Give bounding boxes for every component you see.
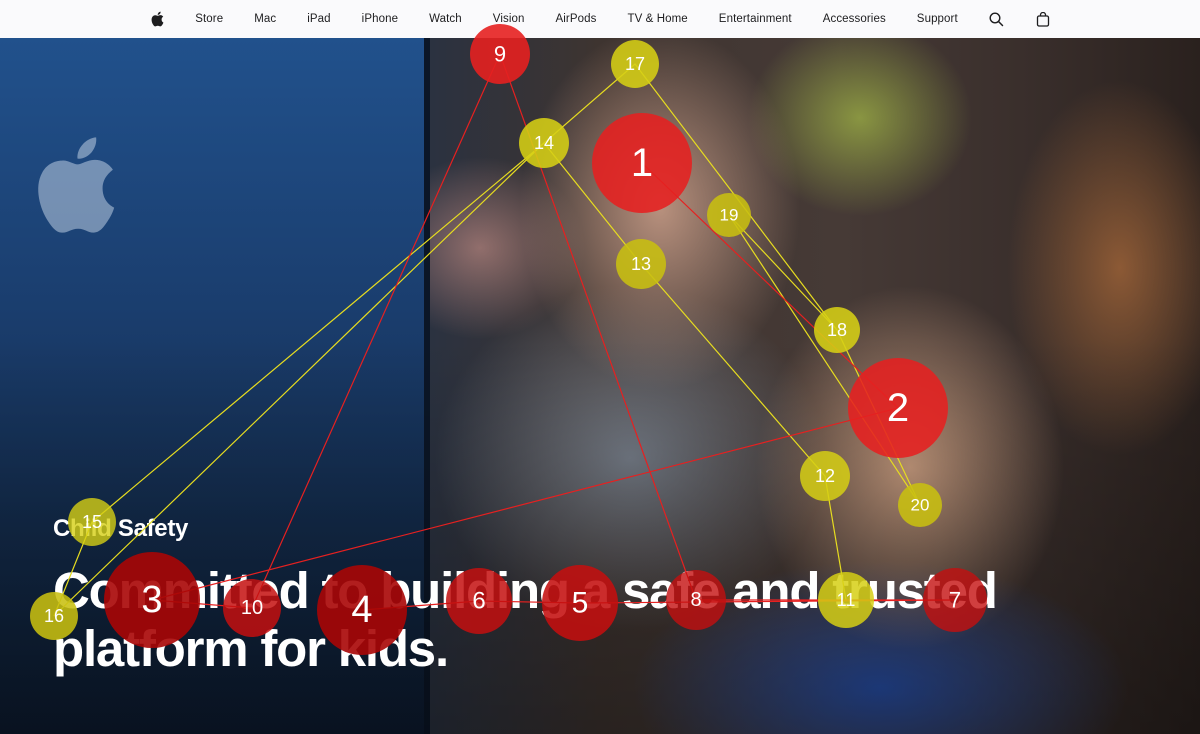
hero-headline-line-2: platform for kids. <box>53 620 449 677</box>
nav-store[interactable]: Store <box>180 13 239 25</box>
nav-list: Store Mac iPad iPhone Watch Vision AirPo… <box>134 11 1067 27</box>
nav-support[interactable]: Support <box>901 13 973 25</box>
hero-headline: Committed to building a safe and trusted… <box>53 562 1053 678</box>
nav-ipad[interactable]: iPad <box>292 13 346 25</box>
nav-airpods[interactable]: AirPods <box>540 13 612 25</box>
nav-tv-home[interactable]: TV & Home <box>612 13 703 25</box>
nav-accessories[interactable]: Accessories <box>807 13 901 25</box>
bag-icon[interactable] <box>1020 11 1066 27</box>
nav-watch[interactable]: Watch <box>414 13 478 25</box>
apple-logo-icon[interactable] <box>134 11 180 27</box>
nav-mac[interactable]: Mac <box>239 13 292 25</box>
hero-eyebrow: Child Safety <box>53 515 189 542</box>
nav-entertainment[interactable]: Entertainment <box>703 13 807 25</box>
hero-headline-line-1: Committed to building a safe and trusted <box>53 562 998 619</box>
nav-vision[interactable]: Vision <box>477 13 540 25</box>
global-nav: Store Mac iPad iPhone Watch Vision AirPo… <box>0 0 1200 38</box>
nav-iphone[interactable]: iPhone <box>346 13 413 25</box>
monitor-apple-logo-icon <box>38 137 115 233</box>
search-icon[interactable] <box>973 11 1020 27</box>
